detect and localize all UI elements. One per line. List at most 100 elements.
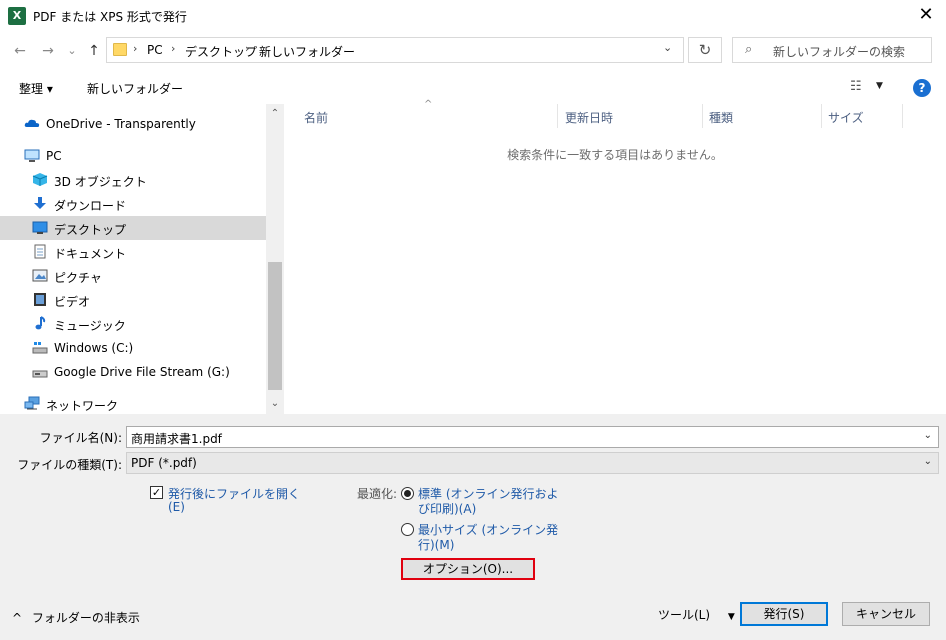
options-button[interactable]: オプション(O)...: [401, 558, 535, 580]
chevron-down-icon[interactable]: ⌄: [663, 41, 672, 54]
desktop-icon: [32, 221, 48, 234]
sidebar-item-videos[interactable]: ビデオ: [0, 288, 266, 312]
drive-icon: [32, 342, 48, 354]
filename-label: ファイル名(N):: [39, 431, 122, 445]
breadcrumb-new-folder[interactable]: 新しいフォルダー: [259, 43, 355, 60]
hide-folders-label: フォルダーの非表示: [31, 611, 140, 625]
column-header-date[interactable]: 更新日時: [565, 109, 613, 126]
up-button[interactable]: ↑: [84, 40, 104, 62]
chevron-up-icon: ^: [12, 611, 23, 625]
scroll-down-icon[interactable]: ⌄: [266, 398, 284, 409]
sidebar-item-documents[interactable]: ドキュメント: [0, 240, 266, 264]
excel-app-icon: X: [8, 7, 26, 25]
sidebar-item-onedrive[interactable]: OneDrive - Transparently: [0, 112, 266, 136]
optimize-standard-label-2[interactable]: び印刷)(A): [418, 500, 476, 517]
sidebar-item-label: ビデオ: [54, 295, 91, 309]
column-header-size[interactable]: サイズ: [828, 109, 864, 126]
search-placeholder: 新しいフォルダーの検索: [773, 45, 906, 59]
breadcrumb-separator: ›: [245, 42, 250, 55]
breadcrumb-separator: ›: [171, 42, 176, 55]
music-icon: [35, 316, 46, 330]
hide-folders-button[interactable]: ^ フォルダーの非表示: [12, 609, 140, 626]
recent-locations-button[interactable]: ⌄: [62, 40, 82, 62]
column-header-type[interactable]: 種類: [709, 109, 733, 126]
open-after-publish-label[interactable]: 発行後にファイルを開く: [168, 485, 300, 502]
search-input[interactable]: ⌕ 新しいフォルダーの検索: [732, 37, 932, 63]
toolbar: 整理 ▾ 新しいフォルダー ☷ ▼ ?: [0, 72, 946, 104]
sidebar-item-label: ミュージック: [54, 319, 126, 333]
folder-icon: [113, 43, 127, 56]
organize-button[interactable]: 整理 ▾: [19, 80, 53, 97]
publish-button[interactable]: 発行(S): [740, 602, 828, 626]
empty-message: 検索条件に一致する項目はありません。: [507, 148, 723, 162]
sidebar-item-downloads[interactable]: ダウンロード: [0, 192, 266, 216]
sidebar-item-label: デスクトップ: [54, 223, 127, 237]
sidebar-item-network[interactable]: ネットワーク: [0, 392, 266, 416]
optimize-minimum-radio[interactable]: [401, 523, 414, 536]
open-after-publish-label-2[interactable]: (E): [168, 500, 185, 514]
drive-icon: [32, 370, 48, 378]
search-icon: ⌕: [745, 42, 753, 57]
column-divider[interactable]: [821, 104, 822, 128]
optimize-label: 最適化:: [357, 487, 398, 501]
column-header-name[interactable]: 名前: [304, 109, 328, 126]
open-after-publish-checkbox[interactable]: ✓: [150, 486, 163, 499]
sidebar-item-label: Google Drive File Stream (G:): [54, 365, 230, 379]
filetype-value: PDF (*.pdf): [131, 456, 197, 470]
tools-label: ツール(L): [658, 608, 711, 622]
picture-icon: [32, 269, 48, 282]
column-divider[interactable]: [702, 104, 703, 128]
chevron-down-icon[interactable]: ⌄: [924, 430, 932, 441]
network-icon: [24, 396, 40, 410]
sidebar-item-music[interactable]: ミュージック: [0, 312, 266, 336]
scroll-thumb[interactable]: [268, 262, 282, 390]
view-dropdown-icon[interactable]: ▼: [876, 81, 883, 91]
sidebar-item-label: ドキュメント: [54, 247, 127, 261]
sidebar-item-pc[interactable]: PC: [0, 144, 266, 168]
help-icon[interactable]: ?: [913, 79, 931, 97]
optimize-standard-radio[interactable]: [401, 487, 414, 500]
sidebar-item-pictures[interactable]: ピクチャ: [0, 264, 266, 288]
chevron-down-icon[interactable]: ⌄: [924, 456, 932, 467]
file-list: ^ 名前 更新日時 種類 サイズ 検索条件に一致する項目はありません。: [284, 99, 946, 414]
navigation-pane: OneDrive - Transparently PC 3D オブジェクト ダウ…: [0, 104, 284, 414]
filename-input[interactable]: 商用請求書1.pdf ⌄: [126, 426, 939, 448]
close-button[interactable]: ✕: [906, 0, 946, 32]
filetype-select[interactable]: PDF (*.pdf) ⌄: [126, 452, 939, 474]
cancel-button[interactable]: キャンセル: [842, 602, 930, 626]
sidebar-item-label: OneDrive - Transparently: [46, 117, 196, 131]
breadcrumb-separator: ›: [133, 42, 138, 55]
sidebar-item-desktop[interactable]: デスクトップ: [0, 216, 266, 240]
cube-icon: [32, 173, 48, 186]
view-options-icon[interactable]: ☷: [850, 79, 862, 94]
sidebar-item-label: 3D オブジェクト: [54, 175, 147, 189]
scroll-up-icon[interactable]: ⌃: [266, 108, 284, 119]
window-title: PDF または XPS 形式で発行: [33, 10, 187, 24]
back-button[interactable]: ←: [10, 40, 30, 62]
sort-ascending-icon: ^: [424, 99, 433, 110]
sidebar-item-label: PC: [46, 149, 62, 163]
sidebar-item-label: ピクチャ: [54, 271, 102, 285]
sidebar-item-label: Windows (C:): [54, 341, 134, 355]
optimize-minimum-label-2[interactable]: 行)(M): [418, 536, 454, 553]
breadcrumb-pc[interactable]: PC: [147, 43, 163, 57]
download-icon: [34, 197, 46, 209]
filetype-label: ファイルの種類(T):: [17, 458, 122, 472]
address-bar[interactable]: › PC › デスクトップ › 新しいフォルダー ⌄: [106, 37, 684, 63]
forward-button[interactable]: →: [38, 40, 58, 62]
video-icon: [34, 293, 46, 306]
refresh-button[interactable]: ↻: [688, 37, 722, 63]
tools-button[interactable]: ツール(L) ▼: [658, 606, 735, 623]
sidebar-item-label: ネットワーク: [46, 399, 119, 413]
column-divider[interactable]: [902, 104, 903, 128]
nav-scrollbar[interactable]: ⌃ ⌄: [266, 104, 284, 414]
computer-icon: [24, 149, 40, 162]
new-folder-button[interactable]: 新しいフォルダー: [87, 80, 183, 97]
title-bar: X PDF または XPS 形式で発行 ✕: [0, 0, 946, 32]
column-divider[interactable]: [557, 104, 558, 128]
sidebar-item-google-drive[interactable]: Google Drive File Stream (G:): [0, 360, 266, 384]
sidebar-item-3d-objects[interactable]: 3D オブジェクト: [0, 168, 266, 192]
sidebar-item-windows-c[interactable]: Windows (C:): [0, 336, 266, 360]
document-icon: [34, 244, 46, 259]
tools-dropdown-icon: ▼: [727, 612, 735, 622]
